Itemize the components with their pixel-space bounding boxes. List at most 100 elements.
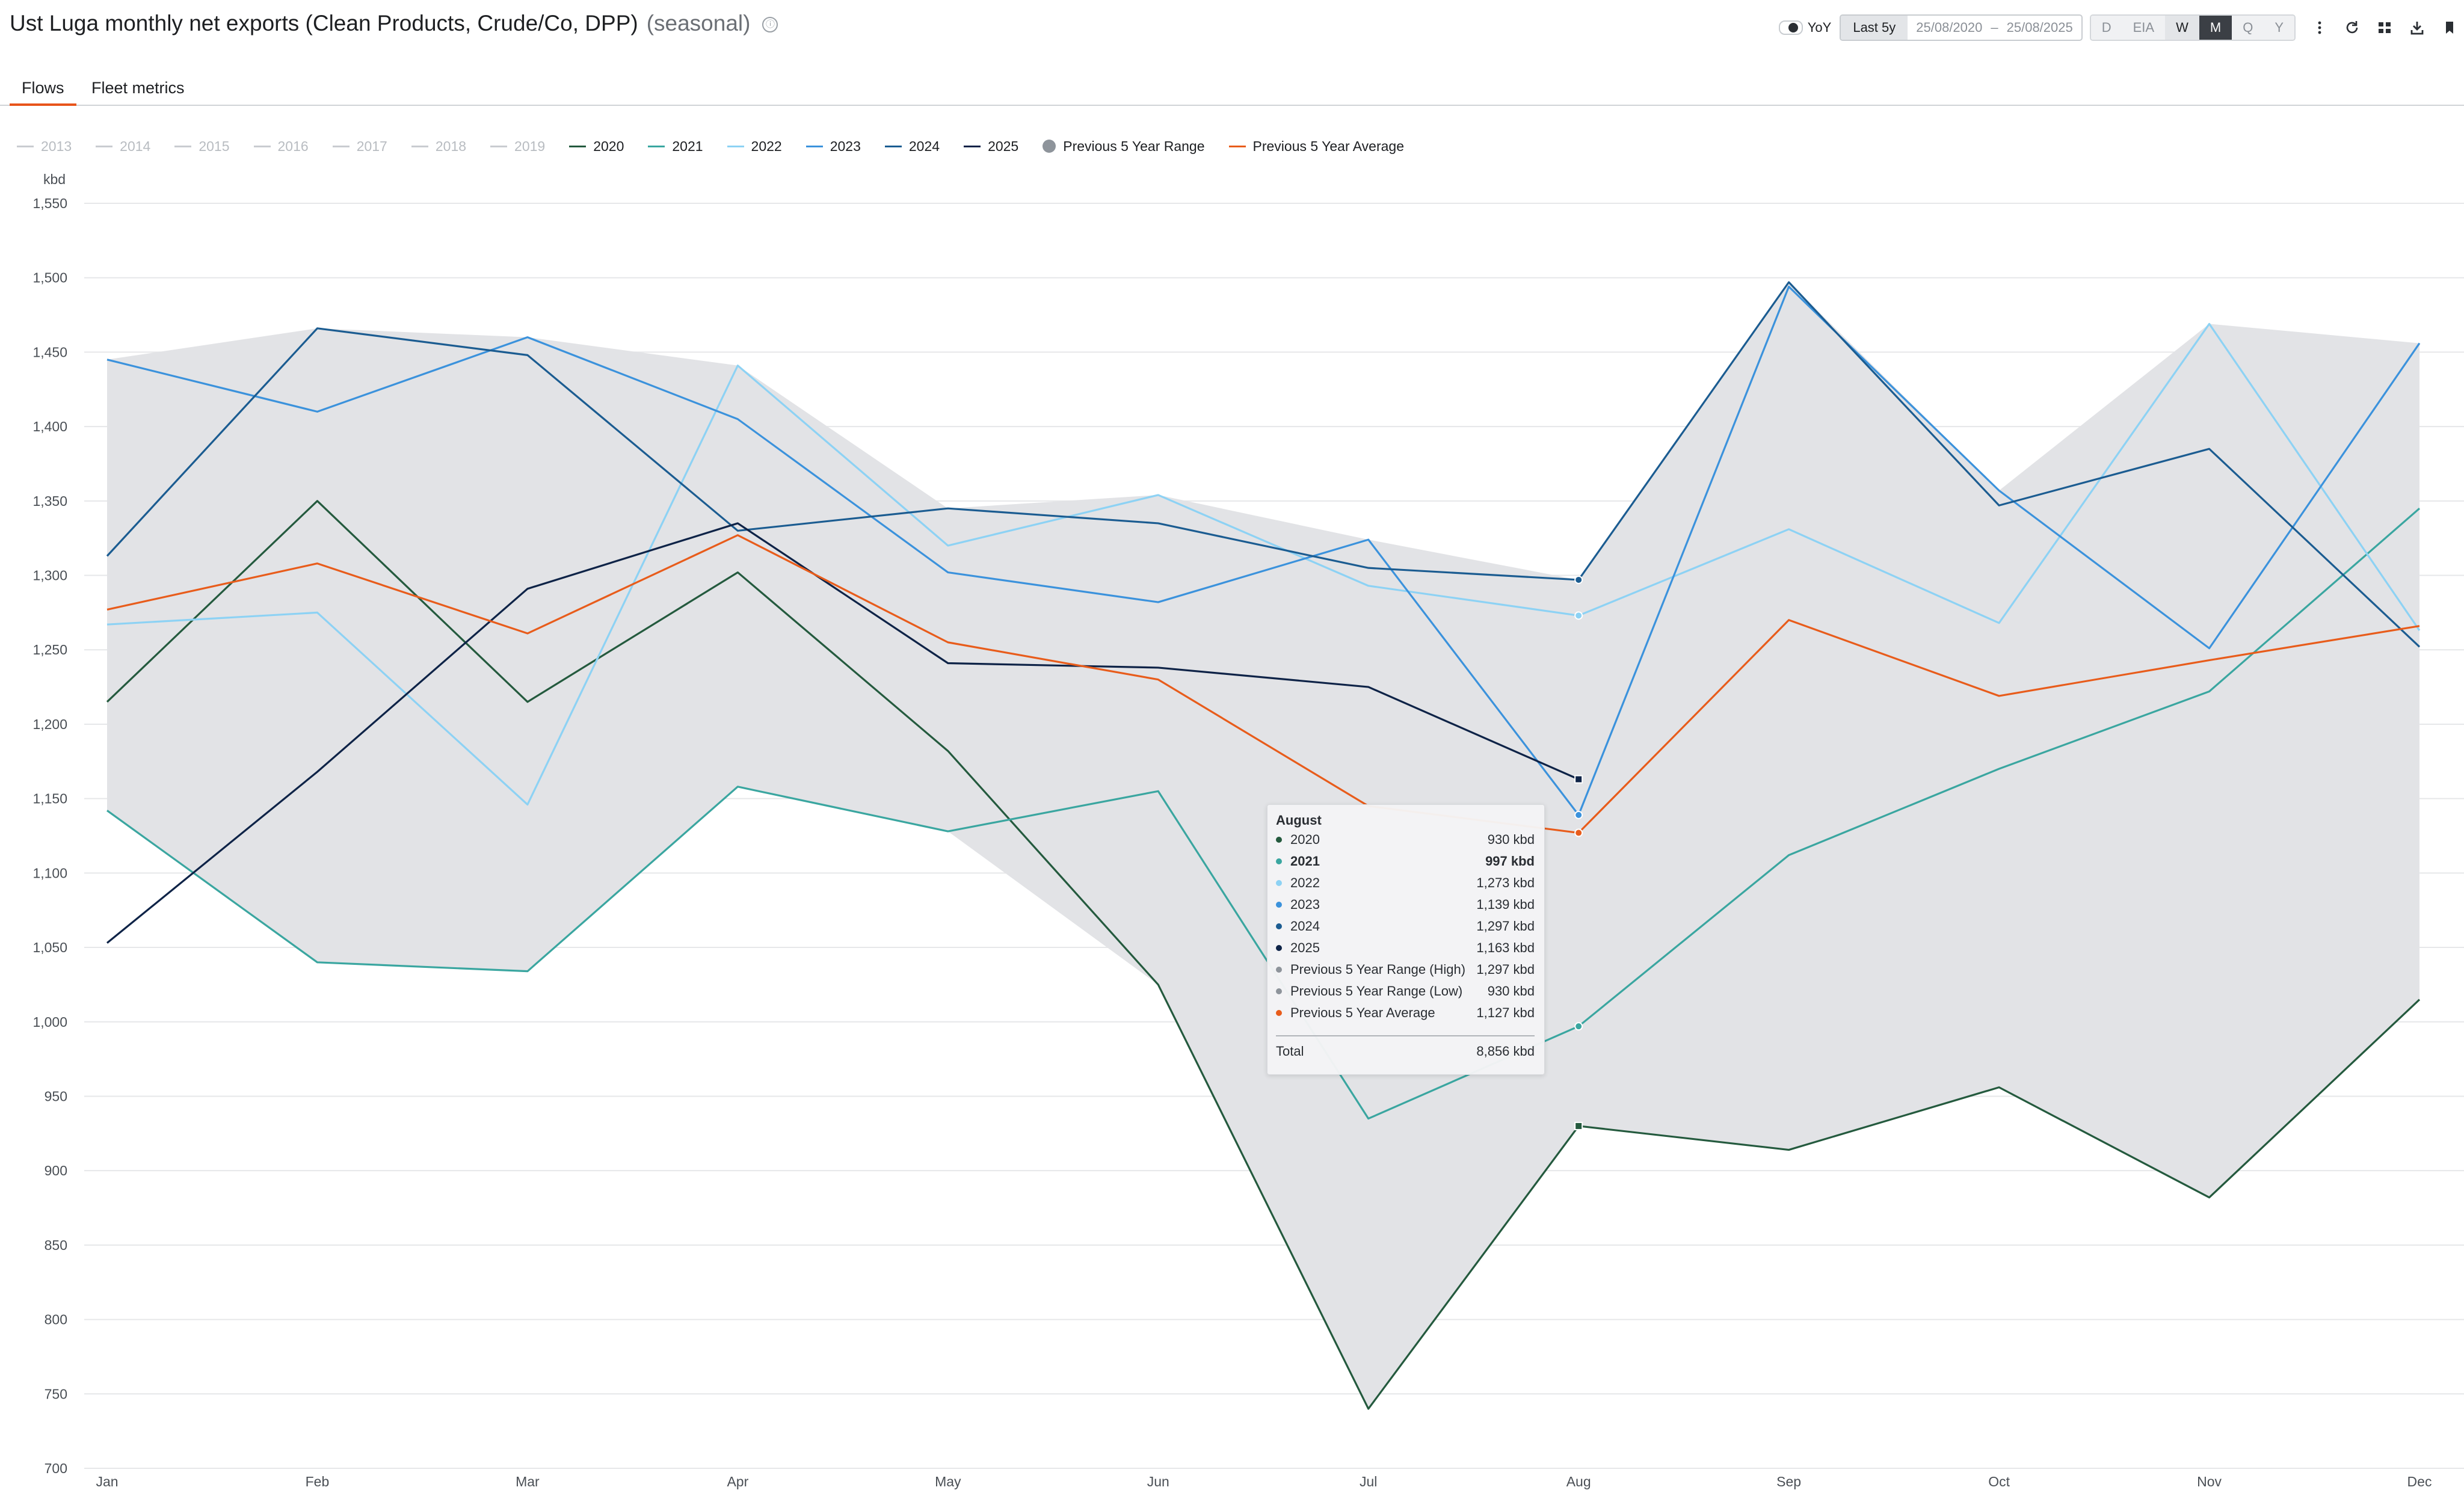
legend-swatch xyxy=(96,145,113,147)
period-button-m[interactable]: M xyxy=(2199,16,2232,40)
period-button-y[interactable]: Y xyxy=(2264,16,2294,40)
legend-item-2020[interactable]: 2020 xyxy=(569,138,624,155)
legend-item-2016[interactable]: 2016 xyxy=(253,138,309,155)
legend-label: Previous 5 Year Average xyxy=(1252,138,1404,154)
marker-2020 xyxy=(1574,1121,1583,1130)
legend-item-2013[interactable]: 2013 xyxy=(17,138,72,155)
y-tick-label: 1,000 xyxy=(32,1014,67,1030)
tooltip-value: 1,127 kbd xyxy=(1476,1005,1535,1020)
tooltip-row-2020: 2020 930 kbd xyxy=(1276,829,1535,851)
period-button-d[interactable]: D xyxy=(2090,16,2122,40)
refresh-icon[interactable] xyxy=(2344,19,2361,36)
legend-label: 2025 xyxy=(988,138,1019,154)
legend-swatch xyxy=(174,145,192,147)
legend-label: Previous 5 Year Range xyxy=(1063,138,1205,154)
tooltip-value: 1,297 kbd xyxy=(1476,919,1535,934)
tab-bar: Flows Fleet metrics xyxy=(0,66,2464,106)
legend-label: 2014 xyxy=(120,138,151,154)
legend-swatch xyxy=(964,145,981,147)
tooltip-row-2025: 2025 1,163 kbd xyxy=(1276,937,1535,959)
legend-item-2018[interactable]: 2018 xyxy=(411,138,466,155)
legend-label: 2023 xyxy=(830,138,861,154)
marker-2024 xyxy=(1574,575,1583,584)
y-tick-label: 1,100 xyxy=(32,865,67,881)
tooltip-value: 1,297 kbd xyxy=(1476,962,1535,977)
tooltip-row-range-low: Previous 5 Year Range (Low) 930 kbd xyxy=(1276,980,1535,1002)
download-icon[interactable] xyxy=(2409,19,2426,36)
chart-legend: 2013 2014 2015 2016 2017 2018 2019 2020 … xyxy=(17,137,1428,155)
legend-item-range[interactable]: Previous 5 Year Range xyxy=(1043,138,1205,155)
y-tick-label: 1,350 xyxy=(32,493,67,509)
legend-item-2017[interactable]: 2017 xyxy=(332,138,387,155)
legend-item-2019[interactable]: 2019 xyxy=(490,138,545,155)
tooltip-value: 930 kbd xyxy=(1487,983,1535,999)
y-tick-label: 800 xyxy=(45,1312,67,1328)
period-button-eia[interactable]: EIA xyxy=(2122,16,2166,40)
y-tick-label: 1,450 xyxy=(32,344,67,360)
legend-item-2014[interactable]: 2014 xyxy=(96,138,150,155)
marker-2022 xyxy=(1574,611,1583,620)
legend-label: 2024 xyxy=(908,138,940,154)
tooltip-label: Previous 5 Year Average xyxy=(1290,1005,1435,1020)
legend-label: 2021 xyxy=(672,138,703,154)
tooltip-label: 2021 xyxy=(1290,854,1320,869)
y-tick-label: 1,300 xyxy=(32,568,67,583)
legend-label: 2019 xyxy=(514,138,546,154)
x-tick-label: Nov xyxy=(2197,1474,2222,1489)
more-vertical-icon[interactable] xyxy=(2311,19,2328,36)
legend-item-2021[interactable]: 2021 xyxy=(648,138,703,155)
y-tick-label: 1,500 xyxy=(32,270,67,286)
marker-2021 xyxy=(1574,1022,1583,1031)
toolbar: YoY Last 5y 25/08/2020 – 25/08/2025 D EI… xyxy=(1778,14,2458,41)
range-band-area xyxy=(107,282,2419,1409)
date-to-input[interactable]: 25/08/2025 xyxy=(1998,20,2081,35)
hover-tooltip: August 2020 930 kbd 2021 997 kbd 2022 1,273… xyxy=(1267,804,1545,1075)
legend-swatch xyxy=(569,145,587,147)
x-tick-label: Jun xyxy=(1147,1474,1169,1489)
tab-flows[interactable]: Flows xyxy=(10,72,76,106)
y-tick-label: 850 xyxy=(45,1237,67,1253)
y-tick-label: 1,050 xyxy=(32,940,67,955)
legend-item-average[interactable]: Previous 5 Year Average xyxy=(1228,138,1404,155)
y-tick-label: 700 xyxy=(45,1460,67,1476)
tooltip-value: 1,139 kbd xyxy=(1476,897,1535,912)
marker-previous-5-year-average xyxy=(1574,828,1583,837)
tooltip-value: 930 kbd xyxy=(1487,832,1535,847)
tooltip-dot xyxy=(1276,837,1282,843)
yoy-label: YoY xyxy=(1807,20,1832,35)
tooltip-dot xyxy=(1276,880,1282,886)
tab-fleet-metrics[interactable]: Fleet metrics xyxy=(91,72,185,103)
legend-label: 2016 xyxy=(277,138,309,154)
tooltip-value: 997 kbd xyxy=(1485,854,1535,869)
range-preset-button[interactable]: Last 5y xyxy=(1841,16,1908,40)
tooltip-dot xyxy=(1276,1010,1282,1016)
legend-item-2025[interactable]: 2025 xyxy=(964,138,1018,155)
x-tick-label: Jan xyxy=(96,1474,118,1489)
legend-item-2023[interactable]: 2023 xyxy=(805,138,861,155)
y-tick-label: 1,400 xyxy=(32,419,67,434)
tooltip-dot xyxy=(1276,988,1282,994)
legend-swatch xyxy=(411,145,428,147)
legend-swatch xyxy=(253,145,271,147)
period-button-w[interactable]: W xyxy=(2165,16,2199,40)
legend-label: 2020 xyxy=(593,138,624,154)
x-tick-label: Oct xyxy=(1988,1474,2010,1489)
tooltip-total-label: Total xyxy=(1276,1044,1304,1059)
y-tick-label: 1,200 xyxy=(32,716,67,732)
y-tick-label: 950 xyxy=(45,1088,67,1104)
x-axis-ticks: Jan Feb Mar Apr May Jun Jul Aug Sep Oct Nov Dec xyxy=(96,1474,2432,1489)
legend-swatch xyxy=(648,145,665,147)
x-tick-label: Dec xyxy=(2407,1474,2432,1489)
date-from-input[interactable]: 25/08/2020 xyxy=(1908,20,1991,35)
x-tick-label: Jul xyxy=(1360,1474,1377,1489)
bookmark-icon[interactable] xyxy=(2441,19,2458,36)
legend-item-2024[interactable]: 2024 xyxy=(884,138,940,155)
grid-icon[interactable] xyxy=(2376,19,2393,36)
period-button-q[interactable]: Q xyxy=(2232,16,2264,40)
tooltip-label: 2020 xyxy=(1290,832,1320,847)
marker-2023 xyxy=(1574,810,1583,819)
legend-item-2022[interactable]: 2022 xyxy=(727,138,782,155)
yoy-toggle[interactable] xyxy=(1778,20,1803,35)
info-icon[interactable]: ⓘ xyxy=(762,17,778,33)
legend-item-2015[interactable]: 2015 xyxy=(174,138,230,155)
